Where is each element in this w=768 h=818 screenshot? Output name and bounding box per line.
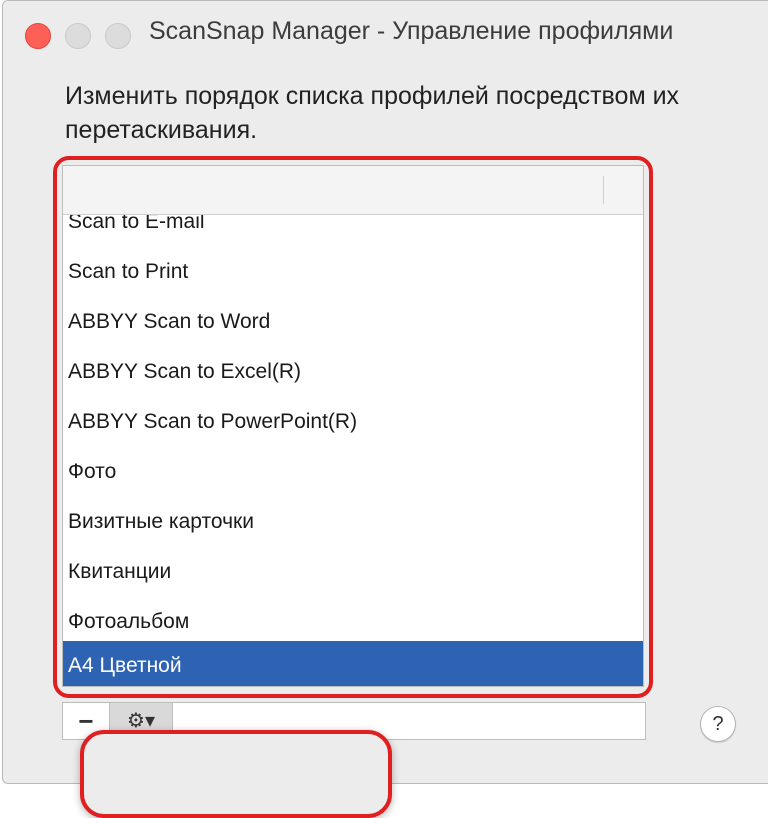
profile-row[interactable]: Квитанции (63, 547, 643, 597)
profile-row[interactable]: Фотоальбом (63, 597, 643, 647)
profile-row[interactable]: ABBYY Scan to PowerPoint(R) (63, 397, 643, 447)
profile-row[interactable]: Визитные карточки (63, 497, 643, 547)
gear-menu-button[interactable]: ⚙▾ (110, 703, 173, 739)
rename-menu-item[interactable]: Переименовать (96, 746, 366, 790)
profile-row[interactable]: Scan to Print (63, 247, 643, 297)
window-title: ScanSnap Manager - Управление профилями (149, 17, 674, 45)
list-toolbar: − ⚙▾ (62, 702, 646, 740)
title-bar[interactable]: ScanSnap Manager - Управление профилями (3, 1, 768, 69)
profile-row-selected[interactable]: А4 Цветной (63, 641, 643, 686)
minimize-window-button[interactable] (65, 23, 91, 49)
context-menu: Переименовать (90, 740, 372, 798)
profile-row[interactable]: Scan to E-mail (63, 215, 643, 247)
profile-rows[interactable]: Scan to E-mail Scan to Print ABBYY Scan … (63, 215, 643, 686)
profile-row[interactable]: ABBYY Scan to Excel(R) (63, 347, 643, 397)
profile-row[interactable]: Фото (63, 447, 643, 497)
remove-profile-button[interactable]: − (63, 703, 110, 739)
profile-row[interactable]: ABBYY Scan to Word (63, 297, 643, 347)
profile-list[interactable]: Scan to E-mail Scan to Print ABBYY Scan … (62, 165, 644, 687)
column-divider (603, 176, 604, 204)
list-header (63, 166, 643, 215)
help-button[interactable]: ? (700, 706, 736, 742)
zoom-window-button[interactable] (105, 23, 131, 49)
instruction-text: Изменить порядок списка профилей посредс… (65, 82, 680, 144)
close-window-button[interactable] (25, 23, 51, 49)
